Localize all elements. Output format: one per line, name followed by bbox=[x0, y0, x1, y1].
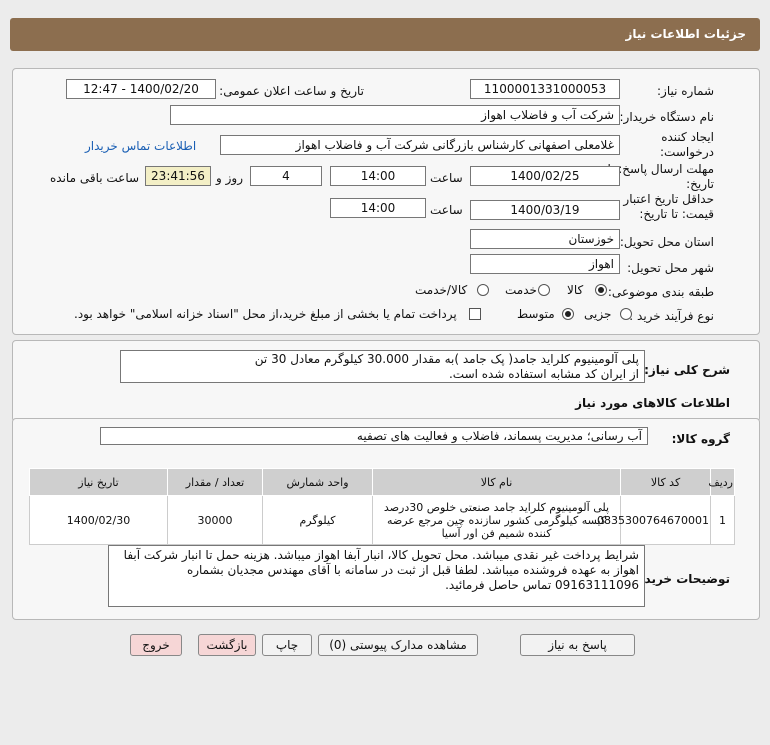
creator-label: ایجاد کننده درخواست: bbox=[660, 130, 714, 159]
category-goods-service-radio[interactable] bbox=[477, 284, 489, 296]
validity-time-field: 14:00 bbox=[330, 198, 426, 218]
cell-qty: 30000 bbox=[167, 495, 263, 545]
validity-time-label: ساعت bbox=[430, 203, 463, 217]
cell-name: پلی آلومینیوم کلراید جامد صنعتی خلوص 30د… bbox=[372, 495, 621, 545]
days-remaining-field: 4 bbox=[250, 166, 322, 186]
goods-group-field: آب رسانی؛ مدیریت پسماند، فاضلاب و فعالیت… bbox=[100, 427, 648, 445]
contact-info-link[interactable]: اطلاعات تماس خریدار bbox=[85, 139, 196, 153]
deadline-time-label: ساعت bbox=[430, 171, 463, 185]
buyer-notes-box: شرایط پرداخت غیر نقدی میباشد. محل تحویل … bbox=[108, 545, 645, 607]
category-label: طبقه بندی موضوعی: bbox=[607, 285, 714, 299]
cell-unit: کیلوگرم bbox=[262, 495, 373, 545]
col-date-header: تاریخ نیاز bbox=[29, 468, 168, 496]
need-number-field: 1100001331000053 bbox=[470, 79, 620, 99]
page-title: جزئیات اطلاعات نیاز bbox=[625, 27, 746, 41]
need-number-label: شماره نیاز: bbox=[657, 84, 714, 98]
col-name-header: نام کالا bbox=[372, 468, 621, 496]
cell-date: 1400/02/30 bbox=[29, 495, 168, 545]
buyer-org-field: شرکت آب و فاضلاب اهواز bbox=[170, 105, 620, 125]
col-row-header: ردیف bbox=[708, 468, 735, 496]
city-field: اهواز bbox=[470, 254, 620, 274]
province-field: خوزستان bbox=[470, 229, 620, 249]
col-code-header: کد کالا bbox=[620, 468, 711, 496]
validity-label: حداقل تاریخ اعتبار قیمت: تا تاریخ: bbox=[623, 192, 714, 221]
creator-field: غلامعلی اصفهانی کارشناس بازرگانی شرکت آب… bbox=[220, 135, 620, 155]
attachments-button[interactable]: مشاهده مدارک پیوستی (0) bbox=[318, 634, 478, 656]
goods-section-title: اطلاعات کالاهای مورد نیاز bbox=[575, 396, 730, 410]
goods-table-header: ردیف کد کالا نام کالا واحد شمارش تعداد /… bbox=[29, 468, 735, 496]
summary-box: پلی آلومینیوم کلراید جامد( پک جامد )به م… bbox=[120, 350, 645, 383]
table-row: 1 0835300764670001 پلی آلومینیوم کلراید … bbox=[29, 495, 735, 545]
category-service-radio[interactable] bbox=[538, 284, 550, 296]
deadline-date-field: 1400/02/25 bbox=[470, 166, 620, 186]
days-label: روز و bbox=[216, 171, 243, 185]
cell-row: 1 bbox=[710, 495, 735, 545]
summary-line-1: پلی آلومینیوم کلراید جامد( پک جامد )به م… bbox=[254, 352, 639, 366]
process-minor-radio[interactable] bbox=[620, 308, 632, 320]
process-label: نوع فرآیند خرید : bbox=[629, 309, 714, 323]
col-qty-header: تعداد / مقدار bbox=[167, 468, 263, 496]
deadline-time-field: 14:00 bbox=[330, 166, 426, 186]
category-goods-label: کالا bbox=[567, 283, 584, 297]
process-minor-label: جزیی bbox=[584, 307, 612, 321]
category-goods-radio[interactable] bbox=[595, 284, 607, 296]
summary-line-2: از ایران کد مشابه استفاده شده است. bbox=[448, 367, 639, 381]
remaining-time-field: 23:41:56 bbox=[145, 166, 211, 186]
goods-table: ردیف کد کالا نام کالا واحد شمارش تعداد /… bbox=[29, 468, 735, 545]
back-button[interactable]: بازگشت bbox=[198, 634, 256, 656]
category-service-label: خدمت bbox=[505, 283, 537, 297]
col-unit-header: واحد شمارش bbox=[262, 468, 373, 496]
deadline-label: مهلت ارسال پاسخ: تا تاریخ: bbox=[607, 162, 714, 191]
exit-button[interactable]: خروج bbox=[130, 634, 182, 656]
reply-button[interactable]: پاسخ به نیاز bbox=[520, 634, 635, 656]
summary-label: شرح کلی نیاز: bbox=[644, 363, 730, 377]
treasury-payment-note: پرداخت تمام یا بخشی از مبلغ خرید،از محل … bbox=[74, 307, 457, 321]
province-label: استان محل تحویل: bbox=[619, 235, 714, 249]
process-medium-label: متوسط bbox=[517, 307, 555, 321]
city-label: شهر محل تحویل: bbox=[627, 261, 714, 275]
remaining-time-label: ساعت باقی مانده bbox=[50, 171, 140, 185]
buyer-org-label: نام دستگاه خریدار: bbox=[619, 110, 715, 124]
announce-label: تاریخ و ساعت اعلان عمومی: bbox=[219, 84, 364, 98]
print-button[interactable]: چاپ bbox=[262, 634, 312, 656]
page-header: جزئیات اطلاعات نیاز bbox=[10, 18, 760, 51]
category-goods-service-label: کالا/خدمت bbox=[415, 283, 468, 297]
cell-code: 0835300764670001 bbox=[597, 495, 711, 545]
announce-field: 1400/02/20 - 12:47 bbox=[66, 79, 216, 99]
treasury-payment-checkbox[interactable] bbox=[469, 308, 481, 320]
goods-group-label: گروه کالا: bbox=[671, 432, 730, 446]
process-medium-radio[interactable] bbox=[562, 308, 574, 320]
validity-date-field: 1400/03/19 bbox=[470, 200, 620, 220]
